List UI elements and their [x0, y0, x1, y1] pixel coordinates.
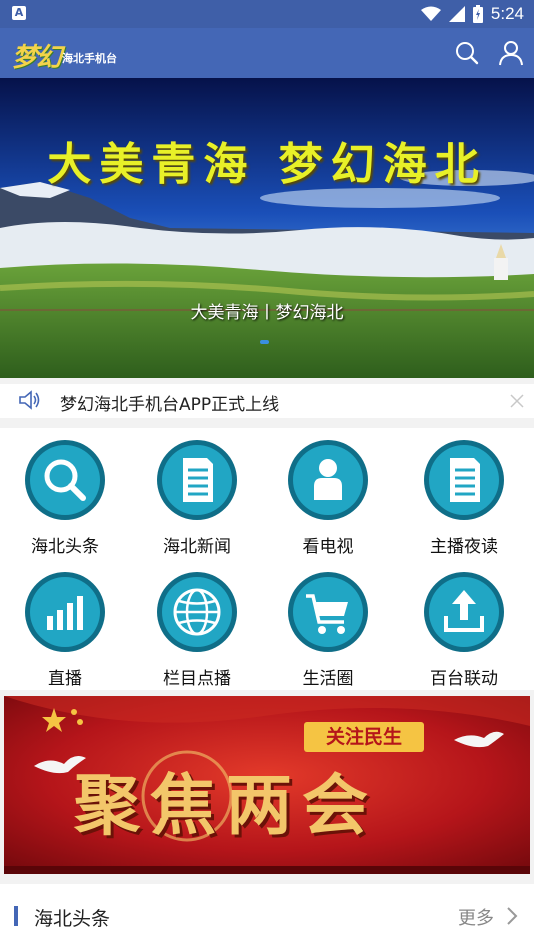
grid-item-watch-tv[interactable]: 看电视: [273, 428, 383, 558]
more-link[interactable]: 更多: [458, 904, 494, 930]
grid-item-label: 看电视: [302, 537, 354, 557]
search-icon: [25, 440, 105, 520]
section-title: 海北头条: [34, 908, 111, 930]
grid-item-station-link[interactable]: 百台联动: [409, 560, 519, 690]
grid-item-label: 生活圈: [302, 669, 354, 689]
speaker-icon: [19, 390, 40, 410]
wifi-icon: [420, 6, 441, 21]
grid-item-label: 直播: [48, 669, 82, 689]
logo-mark: 梦幻: [12, 43, 62, 73]
promo-title: 聚焦两会: [74, 766, 378, 844]
section-header: 海北头条 更多: [0, 884, 534, 950]
promo-tag: 关注民生: [304, 722, 424, 752]
app-header: 梦幻 海北手机台: [0, 28, 534, 78]
document-icon: [157, 440, 237, 520]
app-notification-icon: A: [12, 6, 26, 20]
grid-item-news[interactable]: 海北新闻: [142, 428, 252, 558]
banner-caption: 大美青海丨梦幻海北: [190, 303, 344, 323]
close-icon[interactable]: [508, 392, 526, 410]
announcement-text[interactable]: 梦幻海北手机台APP正式上线: [60, 390, 279, 415]
person-icon: [288, 440, 368, 520]
bar-chart-icon: [25, 572, 105, 652]
grid-item-label: 海北头条: [31, 537, 99, 557]
document-icon: [424, 440, 504, 520]
search-icon[interactable]: [452, 38, 482, 68]
grid-item-label: 栏目点播: [163, 669, 231, 689]
banner-headline: 大美青海 梦幻海北: [47, 139, 487, 190]
grid-item-life-circle[interactable]: 生活圈: [273, 560, 383, 690]
grid-item-label: 百台联动: [430, 669, 498, 689]
chevron-right-icon[interactable]: [506, 906, 518, 926]
user-icon[interactable]: [496, 38, 526, 68]
promo-banner[interactable]: 关注民生 聚焦两会: [4, 696, 530, 874]
grid-item-label: 主播夜读: [430, 537, 498, 557]
upload-icon: [424, 572, 504, 652]
cart-icon: [288, 572, 368, 652]
globe-icon: [157, 572, 237, 652]
announcement-bar[interactable]: 梦幻海北手机台APP正式上线: [0, 384, 534, 418]
system-icons: 5:24: [420, 4, 524, 24]
feature-grid: 海北头条 海北新闻 看电视 主播夜读 直播 栏目点播 生活圈 百台联动: [0, 428, 534, 690]
grid-item-headlines[interactable]: 海北头条: [10, 428, 120, 558]
section-accent-bar: [14, 906, 18, 926]
app-logo[interactable]: 梦幻 海北手机台: [12, 34, 117, 74]
grid-item-live[interactable]: 直播: [10, 560, 120, 690]
battery-icon: [472, 5, 483, 23]
banner-image: [0, 78, 534, 378]
logo-name: 海北手机台: [62, 52, 118, 65]
status-bar: A 5:24: [0, 0, 534, 28]
banner-carousel[interactable]: 大美青海 梦幻海北 大美青海丨梦幻海北: [0, 78, 534, 378]
signal-icon: [448, 6, 465, 22]
grid-item-label: 海北新闻: [163, 537, 231, 557]
carousel-indicator[interactable]: [260, 340, 269, 344]
clock: 5:24: [490, 4, 524, 23]
grid-item-night-reading[interactable]: 主播夜读: [409, 428, 519, 558]
grid-item-on-demand[interactable]: 栏目点播: [142, 560, 252, 690]
